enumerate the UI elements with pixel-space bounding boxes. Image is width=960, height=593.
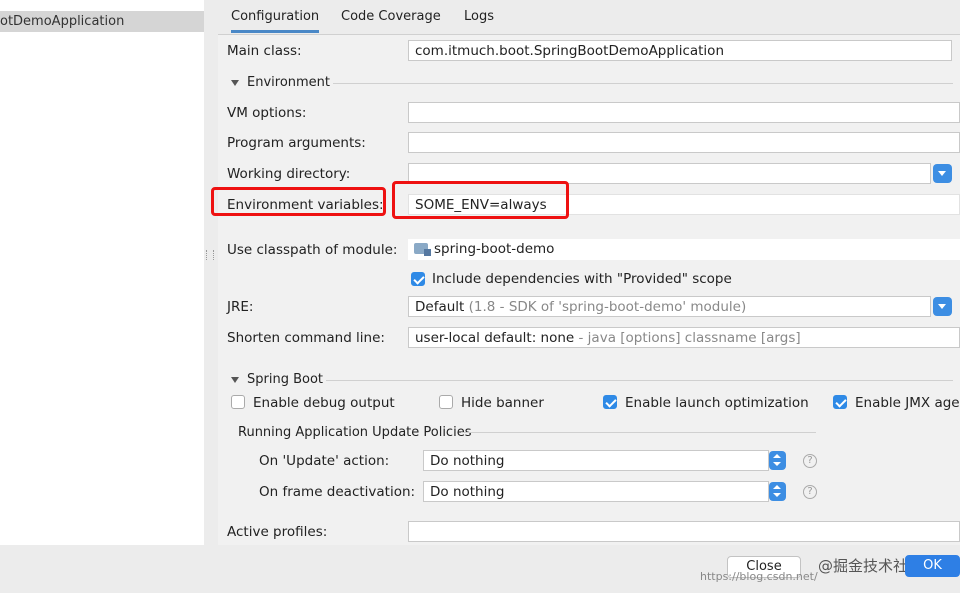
- collapse-triangle-icon[interactable]: [231, 376, 239, 383]
- working-directory-label: Working directory:: [227, 166, 351, 182]
- run-config-sidebar: otDemoApplication: [0, 0, 205, 545]
- splitter-grip-icon[interactable]: [206, 250, 214, 260]
- classpath-module-label: Use classpath of module:: [227, 242, 398, 258]
- classpath-module-select[interactable]: spring-boot-demo: [408, 239, 960, 260]
- hide-banner-label: Hide banner: [461, 395, 544, 411]
- enable-debug-label: Enable debug output: [253, 395, 395, 411]
- environment-section-header[interactable]: Environment: [231, 75, 330, 90]
- on-update-label: On 'Update' action:: [259, 453, 390, 469]
- section-divider: [326, 380, 953, 381]
- vm-options-label: VM options:: [227, 105, 307, 121]
- module-folder-icon: [414, 243, 431, 256]
- section-divider: [333, 83, 953, 84]
- program-arguments-label: Program arguments:: [227, 135, 366, 151]
- dialog-footer: Close @掘金技术社区 https://blog.csdn.net/ OK: [0, 545, 960, 593]
- configuration-form: Main class: com.itmuch.boot.SpringBootDe…: [211, 35, 960, 545]
- active-profiles-field[interactable]: [408, 521, 960, 542]
- launch-optimization-label: Enable launch optimization: [625, 395, 809, 411]
- on-update-select[interactable]: Do nothing: [423, 450, 769, 471]
- vm-options-field[interactable]: [408, 102, 960, 123]
- shorten-command-select[interactable]: user-local default: none - java [options…: [408, 327, 960, 348]
- help-icon[interactable]: ?: [803, 485, 817, 499]
- highlight-box-value: [392, 181, 569, 219]
- tab-bar: Configuration Code Coverage Logs: [218, 0, 960, 35]
- launch-optimization-checkbox[interactable]: [603, 395, 617, 409]
- section-divider: [461, 432, 816, 433]
- collapse-triangle-icon[interactable]: [231, 79, 239, 86]
- spring-boot-section-header[interactable]: Spring Boot: [231, 372, 323, 387]
- tab-logs[interactable]: Logs: [464, 9, 494, 24]
- jre-label: JRE:: [227, 299, 254, 315]
- working-directory-dropdown-icon[interactable]: [933, 164, 952, 183]
- tab-configuration[interactable]: Configuration: [231, 9, 320, 33]
- active-profiles-label: Active profiles:: [227, 524, 328, 540]
- tab-code-coverage[interactable]: Code Coverage: [341, 9, 441, 24]
- splitter[interactable]: [204, 0, 218, 545]
- config-panel: Configuration Code Coverage Logs Main cl…: [211, 0, 960, 545]
- on-frame-stepper-icon[interactable]: [769, 482, 786, 501]
- shorten-command-label: Shorten command line:: [227, 330, 385, 346]
- main-class-field[interactable]: com.itmuch.boot.SpringBootDemoApplicatio…: [408, 40, 952, 61]
- on-frame-select[interactable]: Do nothing: [423, 481, 769, 502]
- on-update-stepper-icon[interactable]: [769, 451, 786, 470]
- ok-button[interactable]: OK: [905, 555, 960, 577]
- hide-banner-checkbox[interactable]: [439, 395, 453, 409]
- program-arguments-field[interactable]: [408, 132, 960, 153]
- enable-debug-checkbox[interactable]: [231, 395, 245, 409]
- on-frame-label: On frame deactivation:: [259, 484, 416, 500]
- enable-jmx-label: Enable JMX age: [855, 395, 960, 411]
- update-policies-header: Running Application Update Policies: [238, 425, 472, 440]
- jre-dropdown-icon[interactable]: [933, 297, 952, 316]
- enable-jmx-checkbox[interactable]: [833, 395, 847, 409]
- sidebar-item-label: otDemoApplication: [0, 14, 125, 29]
- main-class-label: Main class:: [227, 43, 302, 59]
- help-icon[interactable]: ?: [803, 454, 817, 468]
- watermark-url: https://blog.csdn.net/: [700, 570, 818, 583]
- include-provided-checkbox[interactable]: [411, 272, 425, 286]
- include-provided-label: Include dependencies with "Provided" sco…: [432, 271, 732, 287]
- sidebar-item-application[interactable]: otDemoApplication: [0, 11, 204, 32]
- jre-select[interactable]: Default (1.8 - SDK of 'spring-boot-demo'…: [408, 296, 931, 317]
- highlight-box-label: [211, 187, 386, 216]
